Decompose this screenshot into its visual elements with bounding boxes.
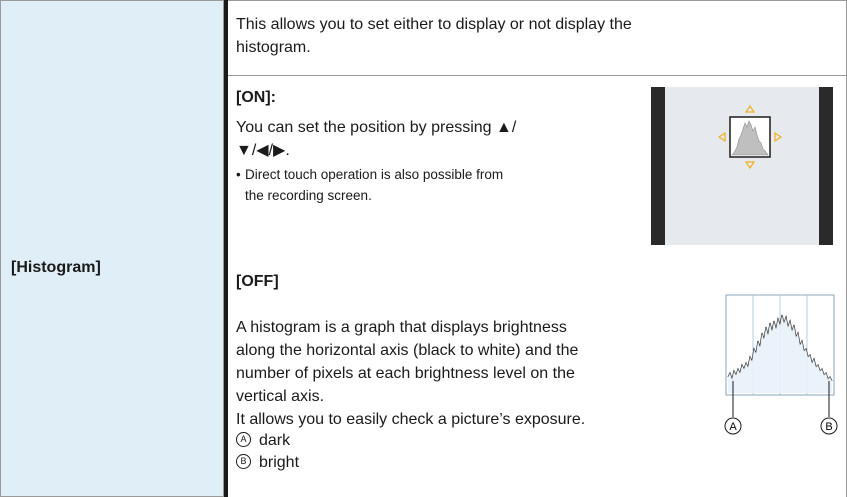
marker-a-label: A bbox=[729, 421, 737, 433]
legend-item-dark: Adark bbox=[236, 430, 290, 452]
off-text-line-2: along the horizontal axis (black to whit… bbox=[236, 342, 579, 359]
legend-item-bright: Bbright bbox=[236, 452, 299, 474]
intro-line-2: histogram. bbox=[236, 39, 311, 56]
intro-line-1: This allows you to set either to display… bbox=[236, 16, 632, 33]
table-top-border bbox=[228, 0, 847, 1]
screen-area bbox=[665, 87, 819, 245]
row-separator bbox=[228, 75, 847, 76]
marker-b-label: B bbox=[825, 421, 832, 433]
on-note-line-1: Direct touch operation is also possible … bbox=[245, 167, 504, 182]
off-text-line-4: vertical axis. bbox=[236, 388, 325, 405]
legend-label-bright: bright bbox=[259, 454, 300, 471]
histogram-position-illustration bbox=[651, 87, 833, 245]
legend-marker-b: B bbox=[236, 454, 251, 470]
histogram-graph-illustration: A B bbox=[724, 294, 838, 435]
on-note-line-2: the recording screen. bbox=[245, 188, 372, 203]
legend-marker-a: A bbox=[236, 432, 251, 448]
off-text-line-5: It allows you to easily check a picture’… bbox=[236, 411, 586, 428]
on-text-line-1: You can set the position by pressing ▲/ bbox=[236, 119, 517, 136]
setting-table: [Histogram] This allows you to set eithe… bbox=[0, 0, 847, 497]
off-heading: [OFF] bbox=[236, 273, 279, 290]
on-note-bullet: • bbox=[236, 167, 241, 182]
off-text-line-1: A histogram is a graph that displays bri… bbox=[236, 319, 567, 336]
setting-name-cell: [Histogram] bbox=[0, 0, 224, 497]
on-text-line-2: ▼/◀/▶. bbox=[236, 142, 290, 159]
off-text-line-3: number of pixels at each brightness leve… bbox=[236, 365, 575, 382]
setting-name: [Histogram] bbox=[11, 259, 101, 276]
legend-label-dark: dark bbox=[259, 432, 291, 449]
on-heading: [ON]: bbox=[236, 89, 276, 106]
